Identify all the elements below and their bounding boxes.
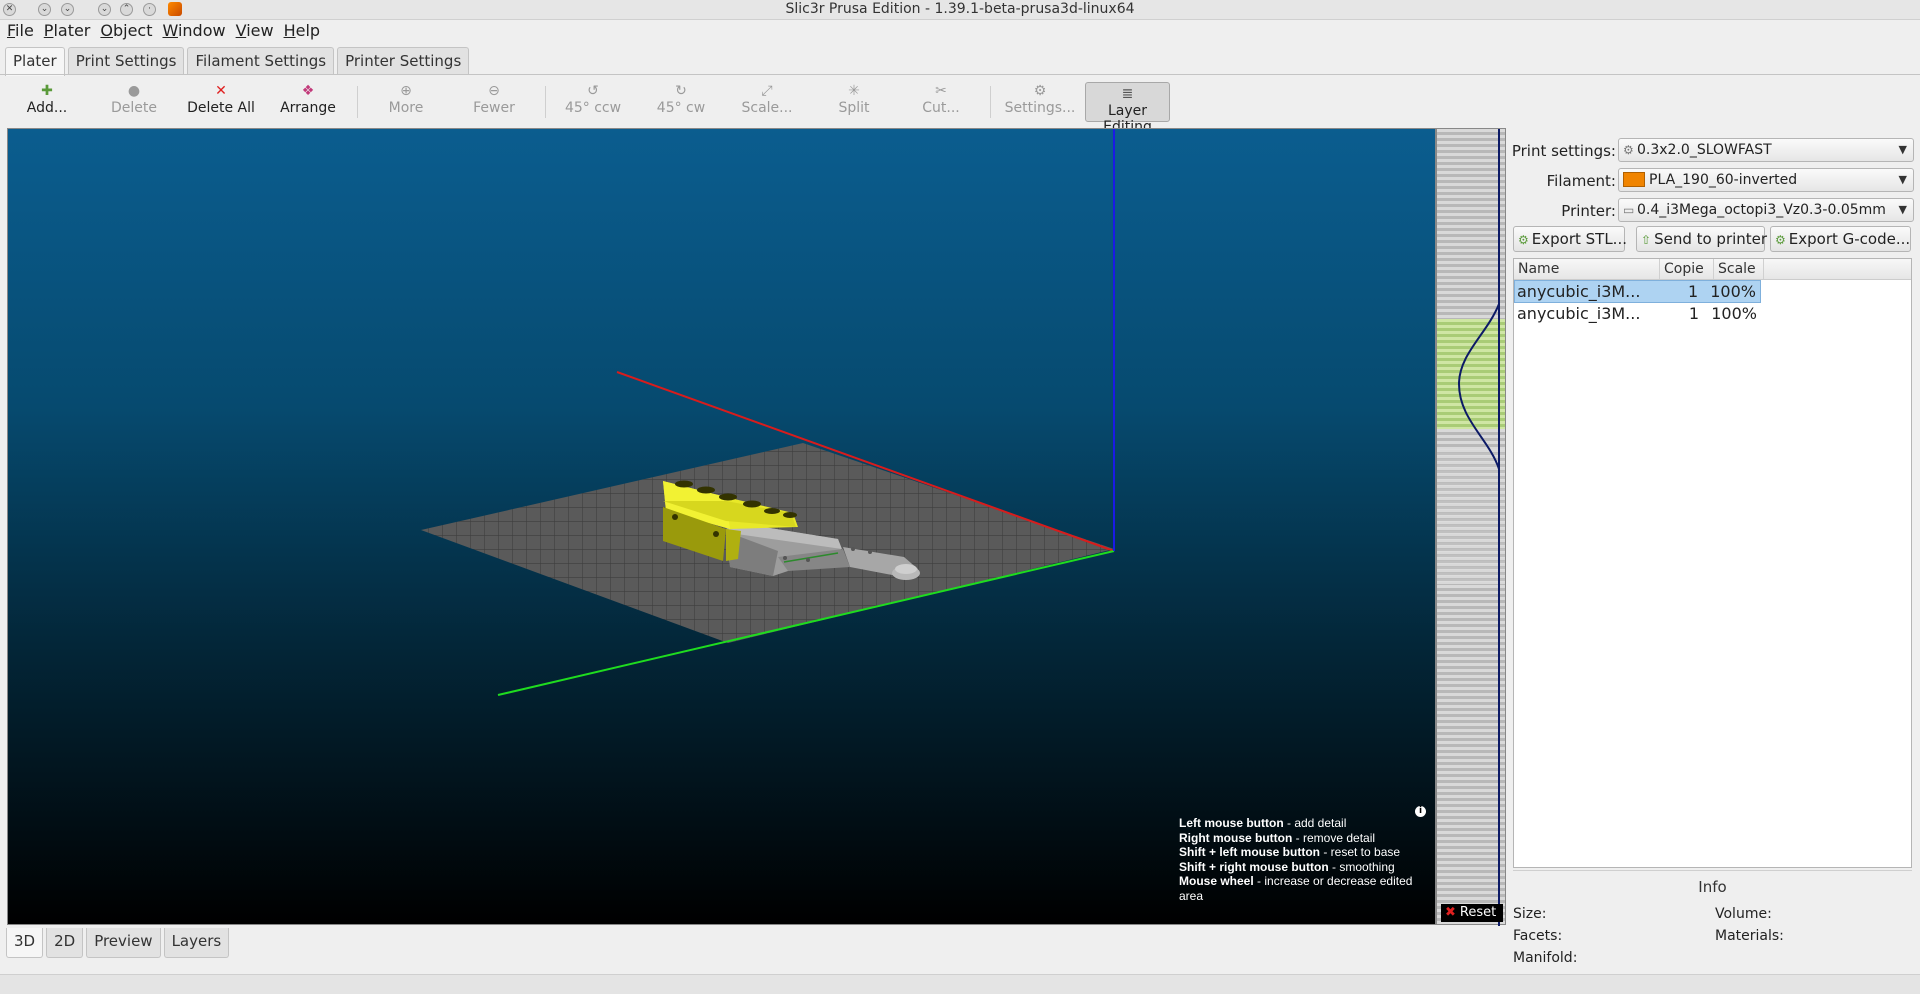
filament-select[interactable]: PLA_190_60-inverted ▼ xyxy=(1618,168,1914,192)
scale-icon: ⤢ xyxy=(761,83,773,99)
info-facets: Facets: xyxy=(1513,928,1563,944)
help-line: Mouse wheel - increase or decrease edite… xyxy=(1179,874,1413,903)
export-icon: ⚙ xyxy=(1775,233,1786,247)
column-copies[interactable]: Copie xyxy=(1660,259,1714,279)
more-button[interactable]: ⊕ More xyxy=(372,80,440,122)
layer-editing-help: Left mouse button - add detail Right mou… xyxy=(1179,816,1419,903)
layer-editing-button[interactable]: ≣ Layer Editing xyxy=(1085,82,1170,135)
info-size: Size: xyxy=(1513,906,1547,922)
fewer-button[interactable]: ⊖ Fewer xyxy=(460,80,528,122)
rotate-cw-icon: ↻ xyxy=(675,83,687,99)
layers-icon: ≣ xyxy=(1121,86,1134,102)
cut-button[interactable]: ✂ Cut... xyxy=(907,80,975,122)
object-row[interactable]: anycubic_i3M... 1 100% xyxy=(1514,280,1761,303)
main-tabs: Plater Print Settings Filament Settings … xyxy=(0,47,472,76)
rotate-cw-button[interactable]: ↻ 45° cw xyxy=(648,80,714,122)
toolbar-separator xyxy=(990,86,991,118)
tab-filament-settings[interactable]: Filament Settings xyxy=(187,47,335,74)
printer-label: Printer: xyxy=(1561,202,1616,220)
info-title: Info xyxy=(1698,878,1727,896)
tab-layers[interactable]: Layers xyxy=(163,928,230,958)
export-icon: ⚙ xyxy=(1518,233,1529,247)
info-manifold: Manifold: xyxy=(1513,950,1578,966)
menu-plater[interactable]: Plater xyxy=(44,20,101,42)
tab-divider xyxy=(0,74,1920,75)
filament-row: Filament: PLA_190_60-inverted ▼ xyxy=(1510,168,1914,192)
info-box: Info Size: Volume: Facets: Materials: Ma… xyxy=(1513,870,1912,990)
print-settings-select[interactable]: ⚙ 0.3x2.0_SLOWFAST ▼ xyxy=(1618,138,1914,162)
chevron-down-icon: ▼ xyxy=(1898,203,1907,216)
toolbar-separator xyxy=(357,86,358,118)
scale-button[interactable]: ⤢ Scale... xyxy=(733,80,801,122)
view-tabs: 3D 2D Preview Layers xyxy=(6,928,232,958)
info-materials: Materials: xyxy=(1715,928,1784,944)
column-name[interactable]: Name xyxy=(1514,259,1660,279)
help-line: Right mouse button - remove detail xyxy=(1179,830,1376,845)
chevron-down-icon: ▼ xyxy=(1898,143,1907,156)
info-volume: Volume: xyxy=(1715,906,1772,922)
tab-preview[interactable]: Preview xyxy=(86,928,161,958)
3d-scene xyxy=(421,129,1115,696)
printer-select[interactable]: ▭ 0.4_i3Mega_octopi3_Vz0.3-0.05mm ▼ xyxy=(1618,198,1914,222)
more-icon: ⊕ xyxy=(400,83,412,99)
export-gcode-button[interactable]: ⚙ Export G-code... xyxy=(1770,226,1911,252)
column-scale[interactable]: Scale xyxy=(1714,259,1764,279)
menu-bar: File Plater Object Window View Help xyxy=(0,20,1920,42)
reset-layers-button[interactable]: ✖ Reset xyxy=(1441,904,1503,922)
window-title: Slic3r Prusa Edition - 1.39.1-beta-prusa… xyxy=(785,1,1135,17)
cut-icon: ✂ xyxy=(935,83,947,99)
split-icon: ✳ xyxy=(848,83,860,99)
toolbar-separator xyxy=(545,86,546,118)
menu-window[interactable]: Window xyxy=(163,20,236,42)
arrange-icon: ❖ xyxy=(301,83,315,99)
delete-all-icon: ✕ xyxy=(215,83,227,99)
object-settings-button[interactable]: ⚙ Settings... xyxy=(1003,80,1077,122)
tab-2d[interactable]: 2D xyxy=(46,928,84,958)
delete-all-button[interactable]: ✕ Delete All xyxy=(185,80,257,122)
print-settings-label: Print settings: xyxy=(1511,142,1616,160)
add-button[interactable]: ✚ Add... xyxy=(14,80,80,122)
layer-profile-curve xyxy=(1457,129,1500,926)
fewer-icon: ⊖ xyxy=(488,83,500,99)
send-to-printer-button[interactable]: ⇧ Send to printer xyxy=(1636,226,1767,252)
rotate-ccw-icon: ↺ xyxy=(587,83,599,99)
delete-button[interactable]: ● Delete xyxy=(100,80,168,122)
arrow-up-icon: ⇧ xyxy=(1641,233,1652,247)
printer-icon: ▭ xyxy=(1623,203,1635,217)
menu-view[interactable]: View xyxy=(236,20,284,42)
print-settings-row: Print settings: ⚙ 0.3x2.0_SLOWFAST ▼ xyxy=(1510,138,1914,162)
menu-object[interactable]: Object xyxy=(100,20,162,42)
object-list-header: Name Copie Scale xyxy=(1514,259,1911,280)
tab-3d[interactable]: 3D xyxy=(6,928,44,958)
layer-height-strip[interactable] xyxy=(1436,128,1506,926)
arrange-button[interactable]: ❖ Arrange xyxy=(274,80,342,122)
cog-icon: ⚙ xyxy=(1033,83,1047,99)
chevron-down-icon: ▼ xyxy=(1898,173,1907,186)
cog-icon: ⚙ xyxy=(1623,143,1634,157)
title-bar: ✕ ⌄ ⌄ ⌄ ⌃ · Slic3r Prusa Edition - 1.39.… xyxy=(0,0,1920,20)
printer-row: Printer: ▭ 0.4_i3Mega_octopi3_Vz0.3-0.05m… xyxy=(1510,198,1914,222)
tab-plater[interactable]: Plater xyxy=(5,47,65,76)
split-button[interactable]: ✳ Split xyxy=(820,80,888,122)
delete-icon: ● xyxy=(127,83,141,99)
status-bar xyxy=(0,974,1920,994)
tab-print-settings[interactable]: Print Settings xyxy=(67,47,185,74)
export-actions: ⚙ Export STL... ⇧ Send to printer ⚙ Export … xyxy=(1510,226,1914,252)
export-stl-button[interactable]: ⚙ Export STL... xyxy=(1513,226,1627,252)
object-list[interactable]: Name Copie Scale anycubic_i3M... 1 100% … xyxy=(1513,258,1912,868)
tab-printer-settings[interactable]: Printer Settings xyxy=(337,47,470,74)
plater-toolbar: ✚ Add... ● Delete ✕ Delete All ❖ Arrange… xyxy=(0,78,1920,135)
filament-label: Filament: xyxy=(1546,172,1616,190)
3d-viewport[interactable]: i Left mouse button - add detail Right m… xyxy=(7,128,1436,925)
help-line: Shift + right mouse button - smoothing xyxy=(1179,859,1395,874)
help-line: Shift + left mouse button - reset to bas… xyxy=(1179,845,1401,859)
help-line: Left mouse button - add detail xyxy=(1179,816,1347,830)
object-row[interactable]: anycubic_i3M... 1 100% xyxy=(1514,303,1911,326)
rotate-ccw-button[interactable]: ↺ 45° ccw xyxy=(560,80,626,122)
add-icon: ✚ xyxy=(41,83,53,99)
menu-help[interactable]: Help xyxy=(284,20,330,42)
menu-file[interactable]: File xyxy=(7,20,44,42)
filament-color-swatch[interactable] xyxy=(1623,172,1645,187)
reset-x-icon: ✖ xyxy=(1445,905,1456,920)
